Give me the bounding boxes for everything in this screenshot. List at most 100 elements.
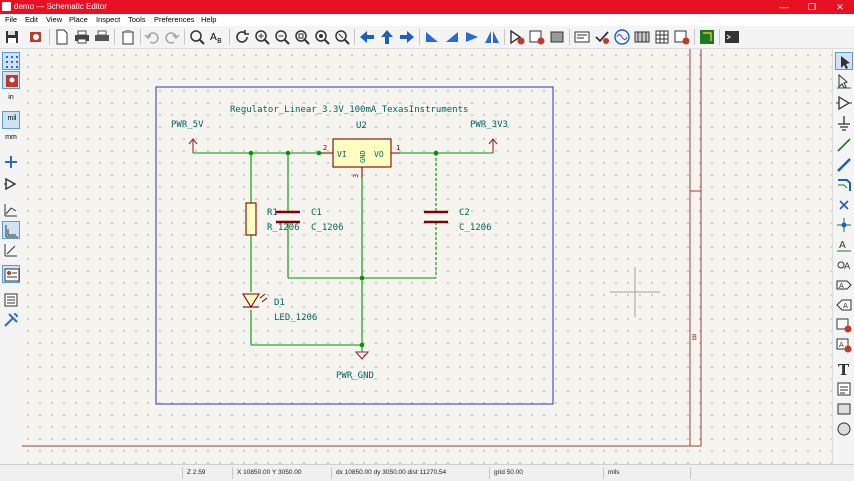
refresh-icon[interactable] [233,28,251,46]
add-rectangle-icon[interactable] [835,400,853,418]
c2-capacitor[interactable] [424,210,448,224]
add-bus-entry-icon[interactable] [835,176,853,194]
add-wire-icon[interactable] [835,136,853,154]
zoom-selection-icon[interactable] [333,28,351,46]
properties-panel-icon[interactable] [2,291,20,309]
navigate-forward-icon[interactable] [398,28,416,46]
add-symbol-icon[interactable] [835,94,853,112]
cursor-shape-icon[interactable] [2,153,20,171]
hidden-pins-icon[interactable] [2,71,20,89]
assign-footprints-icon[interactable] [633,28,651,46]
schematic-setup-button[interactable] [27,28,45,46]
svg-text:A: A [839,240,846,251]
grid-toggle-icon[interactable] [2,52,20,70]
power-gnd-label: PWR_GND [336,371,374,381]
r1-resistor[interactable] [245,202,257,236]
menu-edit[interactable]: Edit [25,15,38,25]
menu-view[interactable]: View [46,15,62,25]
line-mode-free-icon[interactable] [2,201,20,219]
units-mils-toggle[interactable]: mil [2,111,20,129]
footprint-editor-icon[interactable] [548,28,566,46]
mirror-horizontal-icon[interactable] [483,28,501,46]
schematic-canvas[interactable]: B Regulator_Linear_3.3V_100mA_TexasInstr… [22,49,832,464]
close-button[interactable]: ✕ [826,0,854,14]
symbol-browser-icon[interactable] [528,28,546,46]
add-junction-icon[interactable] [835,216,853,234]
add-circle-icon[interactable] [835,420,853,438]
u2-pin-num-in: 2 [323,144,327,152]
zoom-fit-icon[interactable] [293,28,311,46]
c1-capacitor[interactable] [276,210,300,224]
highlight-net-icon[interactable] [835,72,853,90]
svg-text:B: B [217,37,222,45]
mirror-vertical-icon[interactable] [463,28,481,46]
bom-icon[interactable] [653,28,671,46]
zoom-out-icon[interactable] [273,28,291,46]
undo-button[interactable] [143,28,161,46]
rotate-cw-icon[interactable] [443,28,461,46]
symbol-editor-icon[interactable] [508,28,526,46]
no-connect-icon[interactable] [835,196,853,214]
fields-editor-icon[interactable] [673,28,691,46]
add-label-icon[interactable]: A [835,236,853,254]
select-tool-icon[interactable] [835,52,853,70]
block-title: Regulator_Linear_3.3V_100mA_TexasInstrum… [230,105,468,115]
minimize-button[interactable]: — [770,0,798,14]
simulator-icon[interactable] [613,28,631,46]
menu-place[interactable]: Place [69,15,88,25]
sheet-frame [155,86,554,405]
power-out-label: PWR_3V3 [470,120,508,130]
svg-text:A: A [210,32,217,43]
import-sheet-pin-icon[interactable]: A [835,336,853,354]
menu-preferences[interactable]: Preferences [154,15,194,25]
u2-ref: U2 [356,121,367,131]
hierarchy-navigator-icon[interactable] [2,175,20,193]
find-replace-icon[interactable]: AB [208,28,226,46]
zoom-objects-icon[interactable] [313,28,331,46]
line-mode-45-icon[interactable] [2,241,20,259]
redo-button[interactable] [163,28,181,46]
c2-footprint: C_1206 [459,223,492,233]
annotate-icon[interactable] [573,28,591,46]
add-global-label-icon[interactable]: A [835,276,853,294]
print-button[interactable] [73,28,91,46]
add-sheet-icon[interactable] [835,316,853,334]
erc-icon[interactable] [593,28,611,46]
r1-footprint: R_1206 [267,223,300,233]
maximize-button[interactable]: ❐ [798,0,826,14]
plot-button[interactable] [93,28,111,46]
line-mode-90-icon[interactable] [2,221,20,239]
paste-button[interactable] [119,28,137,46]
c2-ref: C2 [459,208,470,218]
add-bus-icon[interactable] [835,156,853,174]
menu-inspect[interactable]: Inspect [96,15,120,25]
u2-pin-out: VO [374,150,384,159]
add-power-icon[interactable] [835,114,853,132]
pcb-editor-icon[interactable] [698,28,716,46]
zoom-in-icon[interactable] [253,28,271,46]
rotate-ccw-icon[interactable] [423,28,441,46]
d1-led[interactable] [242,293,268,309]
add-netclass-icon[interactable]: A [835,256,853,274]
page-settings-button[interactable] [53,28,71,46]
find-icon[interactable] [188,28,206,46]
menu-file[interactable]: File [5,15,17,25]
menu-help[interactable]: Help [201,15,216,25]
navigate-back-icon[interactable] [358,28,376,46]
annotation-display-icon[interactable] [2,265,20,283]
u2-pin-num-out: 1 [396,144,400,152]
add-textbox-icon[interactable] [835,380,853,398]
menu-tools[interactable]: Tools [128,15,146,25]
status-bar: Z 2.59 X 10850.00 Y 3050.00 dx 10850.00 … [0,464,854,481]
tools-icon[interactable] [2,311,20,329]
wires [193,152,493,352]
add-hier-label-icon[interactable]: A [835,296,853,314]
c1-footprint: C_1206 [311,223,344,233]
units-inches-toggle[interactable]: in [2,91,20,109]
scripting-console-icon[interactable] [723,28,741,46]
units-mm-toggle[interactable]: mm [2,131,20,149]
d1-footprint: LED_1206 [274,313,317,323]
add-text-icon[interactable]: T [835,360,853,378]
navigate-up-icon[interactable] [378,28,396,46]
save-button[interactable] [3,28,21,46]
